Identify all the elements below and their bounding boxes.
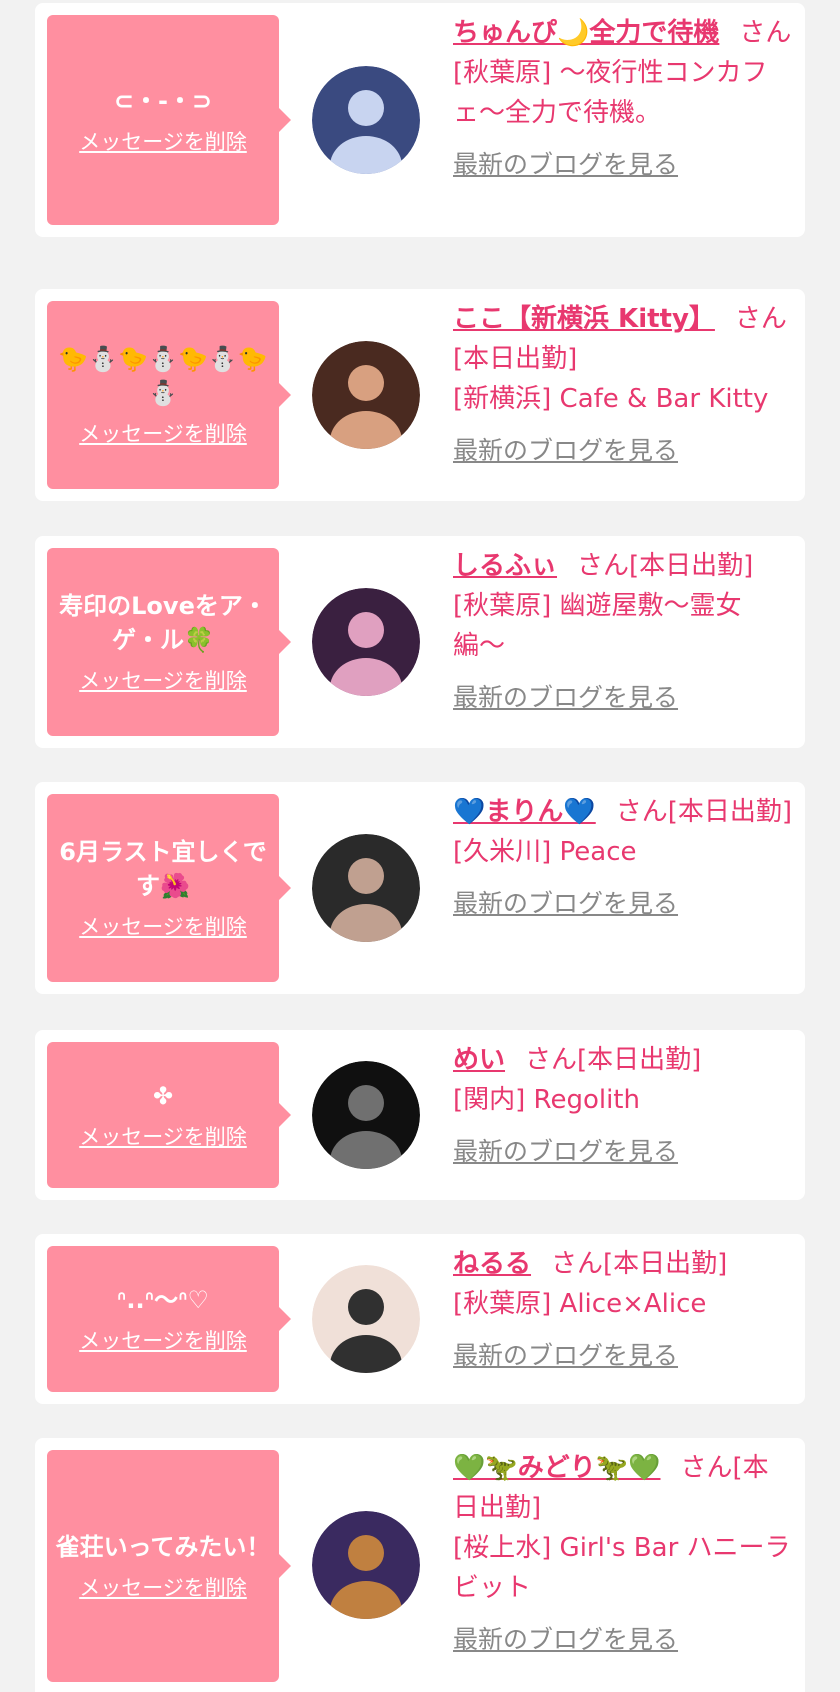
delete-message-link[interactable]: メッセージを削除	[79, 1325, 247, 1355]
message-text: 雀荘いってみたい！	[55, 1533, 271, 1561]
latest-blog-link[interactable]: 最新のブログを見る	[453, 1336, 678, 1376]
message-list: ⊂・-・⊃ メッセージを削除 ちゅんぴ🌙全力で待機 さん [秋葉原] 〜夜行性コン…	[0, 0, 840, 1692]
message-bubble: 6月ラスト宜しくです🌺 メッセージを削除	[47, 794, 291, 982]
profile-status: さん	[739, 18, 792, 48]
shop-info: [秋葉原] 幽遊屋敷〜霊女編〜	[453, 591, 742, 661]
avatar[interactable]	[312, 834, 420, 942]
profile-name-link[interactable]: しるふぃ	[453, 551, 557, 581]
message-bubble: ᐢ..ᐢ〜ᐢ♡ メッセージを削除	[47, 1246, 291, 1392]
message-bubble: 雀荘いってみたい！ メッセージを削除	[47, 1450, 291, 1682]
delete-message-link[interactable]: メッセージを削除	[79, 126, 247, 156]
profile-info: しるふぃ さん[本日出勤] [秋葉原] 幽遊屋敷〜霊女編〜 最新のブログを見る	[453, 546, 793, 718]
message-card: 6月ラスト宜しくです🌺 メッセージを削除 💙まりん💙 さん[本日出勤] [久米川]…	[35, 782, 805, 994]
delete-message-link[interactable]: メッセージを削除	[79, 911, 247, 941]
profile-name-link[interactable]: 💙まりん💙	[453, 797, 596, 827]
shop-info: [桜上水] Girl's Bar ハニーラビット	[453, 1533, 791, 1603]
latest-blog-link[interactable]: 最新のブログを見る	[453, 1620, 678, 1660]
profile-name-link[interactable]: ねるる	[453, 1249, 531, 1279]
profile-status: さん[本日出勤]	[525, 1045, 702, 1075]
shop-info: [秋葉原] 〜夜行性コンカフェ〜全力で待機。	[453, 58, 768, 128]
shop-info: [新横浜] Cafe & Bar Kitty	[453, 384, 769, 414]
profile-name-link[interactable]: ちゅんぴ🌙全力で待機	[453, 18, 719, 48]
avatar[interactable]	[312, 66, 420, 174]
profile-status: さん[本日出勤]	[577, 551, 754, 581]
latest-blog-link[interactable]: 最新のブログを見る	[453, 145, 678, 185]
profile-info: ここ【新横浜 Kitty】 さん[本日出勤] [新横浜] Cafe & Bar K…	[453, 299, 793, 471]
message-card: 🐤⛄🐤⛄🐤⛄🐤⛄ メッセージを削除 ここ【新横浜 Kitty】 さん[本日出勤] …	[35, 289, 805, 501]
message-card: 寿印のLoveをア・ゲ・ル🍀 メッセージを削除 しるふぃ さん[本日出勤] [秋葉…	[35, 536, 805, 748]
avatar[interactable]	[312, 1061, 420, 1169]
message-bubble: ⊂・-・⊃ メッセージを削除	[47, 15, 291, 225]
avatar[interactable]	[312, 341, 420, 449]
message-text: 6月ラスト宜しくです🌺	[59, 838, 267, 900]
message-bubble: ✤ メッセージを削除	[47, 1042, 291, 1188]
profile-status: さん[本日出勤]	[615, 797, 793, 827]
shop-info: [秋葉原] Alice×Alice	[453, 1289, 707, 1319]
delete-message-link[interactable]: メッセージを削除	[79, 1121, 247, 1151]
profile-name-link[interactable]: 💚🦖みどり🦖💚	[453, 1453, 661, 1483]
message-card: ᐢ..ᐢ〜ᐢ♡ メッセージを削除 ねるる さん[本日出勤] [秋葉原] Alice…	[35, 1234, 805, 1404]
latest-blog-link[interactable]: 最新のブログを見る	[453, 1132, 678, 1172]
profile-info: 💙まりん💙 さん[本日出勤] [久米川] Peace 最新のブログを見る	[453, 792, 793, 924]
profile-info: ねるる さん[本日出勤] [秋葉原] Alice×Alice 最新のブログを見る	[453, 1244, 793, 1376]
delete-message-link[interactable]: メッセージを削除	[79, 418, 247, 448]
delete-message-link[interactable]: メッセージを削除	[79, 665, 247, 695]
message-card: ✤ メッセージを削除 めい さん[本日出勤] [関内] Regolith 最新のブ…	[35, 1030, 805, 1200]
avatar[interactable]	[312, 1265, 420, 1373]
latest-blog-link[interactable]: 最新のブログを見る	[453, 884, 678, 924]
delete-message-link[interactable]: メッセージを削除	[79, 1572, 247, 1602]
profile-info: めい さん[本日出勤] [関内] Regolith 最新のブログを見る	[453, 1040, 793, 1172]
shop-info: [久米川] Peace	[453, 837, 637, 867]
avatar[interactable]	[312, 1511, 420, 1619]
latest-blog-link[interactable]: 最新のブログを見る	[453, 678, 678, 718]
profile-status: さん[本日出勤]	[551, 1249, 728, 1279]
message-text: ⊂・-・⊃	[113, 87, 213, 115]
message-text: 寿印のLoveをア・ゲ・ル🍀	[59, 592, 267, 654]
profile-name-link[interactable]: めい	[453, 1045, 505, 1075]
message-text: ᐢ..ᐢ〜ᐢ♡	[116, 1286, 210, 1314]
message-text: 🐤⛄🐤⛄🐤⛄🐤⛄	[58, 345, 268, 407]
message-text: ✤	[152, 1082, 174, 1110]
latest-blog-link[interactable]: 最新のブログを見る	[453, 431, 678, 471]
shop-info: [関内] Regolith	[453, 1085, 640, 1115]
profile-info: 💚🦖みどり🦖💚 さん[本日出勤] [桜上水] Girl's Bar ハニーラビット…	[453, 1448, 793, 1660]
message-bubble: 寿印のLoveをア・ゲ・ル🍀 メッセージを削除	[47, 548, 291, 736]
profile-info: ちゅんぴ🌙全力で待機 さん [秋葉原] 〜夜行性コンカフェ〜全力で待機。 最新のブ…	[453, 13, 793, 185]
message-card: ⊂・-・⊃ メッセージを削除 ちゅんぴ🌙全力で待機 さん [秋葉原] 〜夜行性コン…	[35, 3, 805, 237]
message-bubble: 🐤⛄🐤⛄🐤⛄🐤⛄ メッセージを削除	[47, 301, 291, 489]
profile-name-link[interactable]: ここ【新横浜 Kitty】	[453, 304, 715, 334]
message-card: 雀荘いってみたい！ メッセージを削除 💚🦖みどり🦖💚 さん[本日出勤] [桜上水]…	[35, 1438, 805, 1692]
avatar[interactable]	[312, 588, 420, 696]
